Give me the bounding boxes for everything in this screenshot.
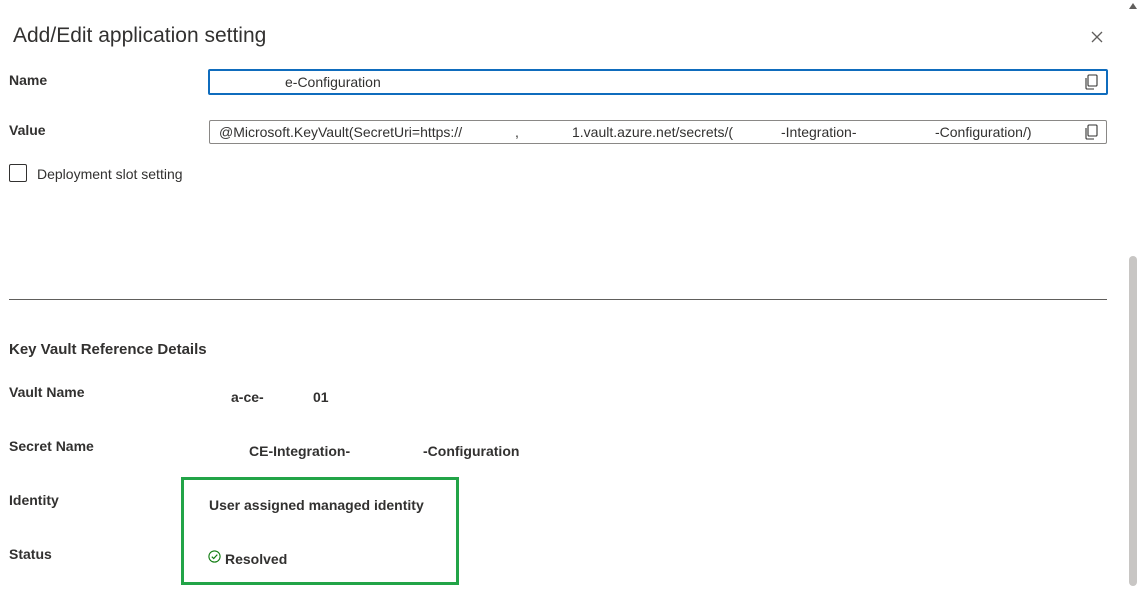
divider	[9, 299, 1107, 300]
dialog-title: Add/Edit application setting	[13, 24, 267, 47]
secret-name-part-2: -Configuration	[423, 443, 520, 459]
value-label: Value	[9, 122, 46, 138]
status-label: Status	[9, 546, 52, 562]
identity-label: Identity	[9, 492, 59, 508]
copy-icon[interactable]	[1084, 74, 1098, 90]
vault-name-label: Vault Name	[9, 384, 85, 400]
vault-name-part-2: 01	[313, 389, 329, 405]
value-part-4: -Integration-	[781, 124, 857, 140]
value-part-1: @Microsoft.KeyVault(SecretUri=https://	[219, 124, 463, 140]
highlight-box	[181, 477, 459, 585]
section-heading: Key Vault Reference Details	[9, 341, 207, 358]
scroll-up-arrow-icon[interactable]	[1129, 3, 1137, 9]
value-part-2: ,	[515, 124, 519, 140]
name-input-value: e-Configuration	[285, 74, 381, 90]
scrollbar-thumb[interactable]	[1129, 256, 1137, 586]
name-label: Name	[9, 72, 48, 88]
secret-name-part-1: CE-Integration-	[249, 443, 351, 459]
deployment-slot-checkbox[interactable]	[9, 164, 27, 182]
deployment-slot-label: Deployment slot setting	[37, 166, 183, 182]
secret-name-label: Secret Name	[9, 438, 94, 454]
close-icon[interactable]	[1087, 27, 1107, 47]
value-part-3: 1.vault.azure.net/secrets/(	[572, 124, 734, 140]
name-input[interactable]: e-Configuration	[208, 69, 1108, 95]
copy-icon[interactable]	[1084, 124, 1098, 140]
value-part-5: -Configuration/)	[935, 124, 1032, 140]
vault-name-part-1: a-ce-	[231, 389, 264, 405]
value-input[interactable]: @Microsoft.KeyVault(SecretUri=https:// ,…	[209, 120, 1107, 144]
